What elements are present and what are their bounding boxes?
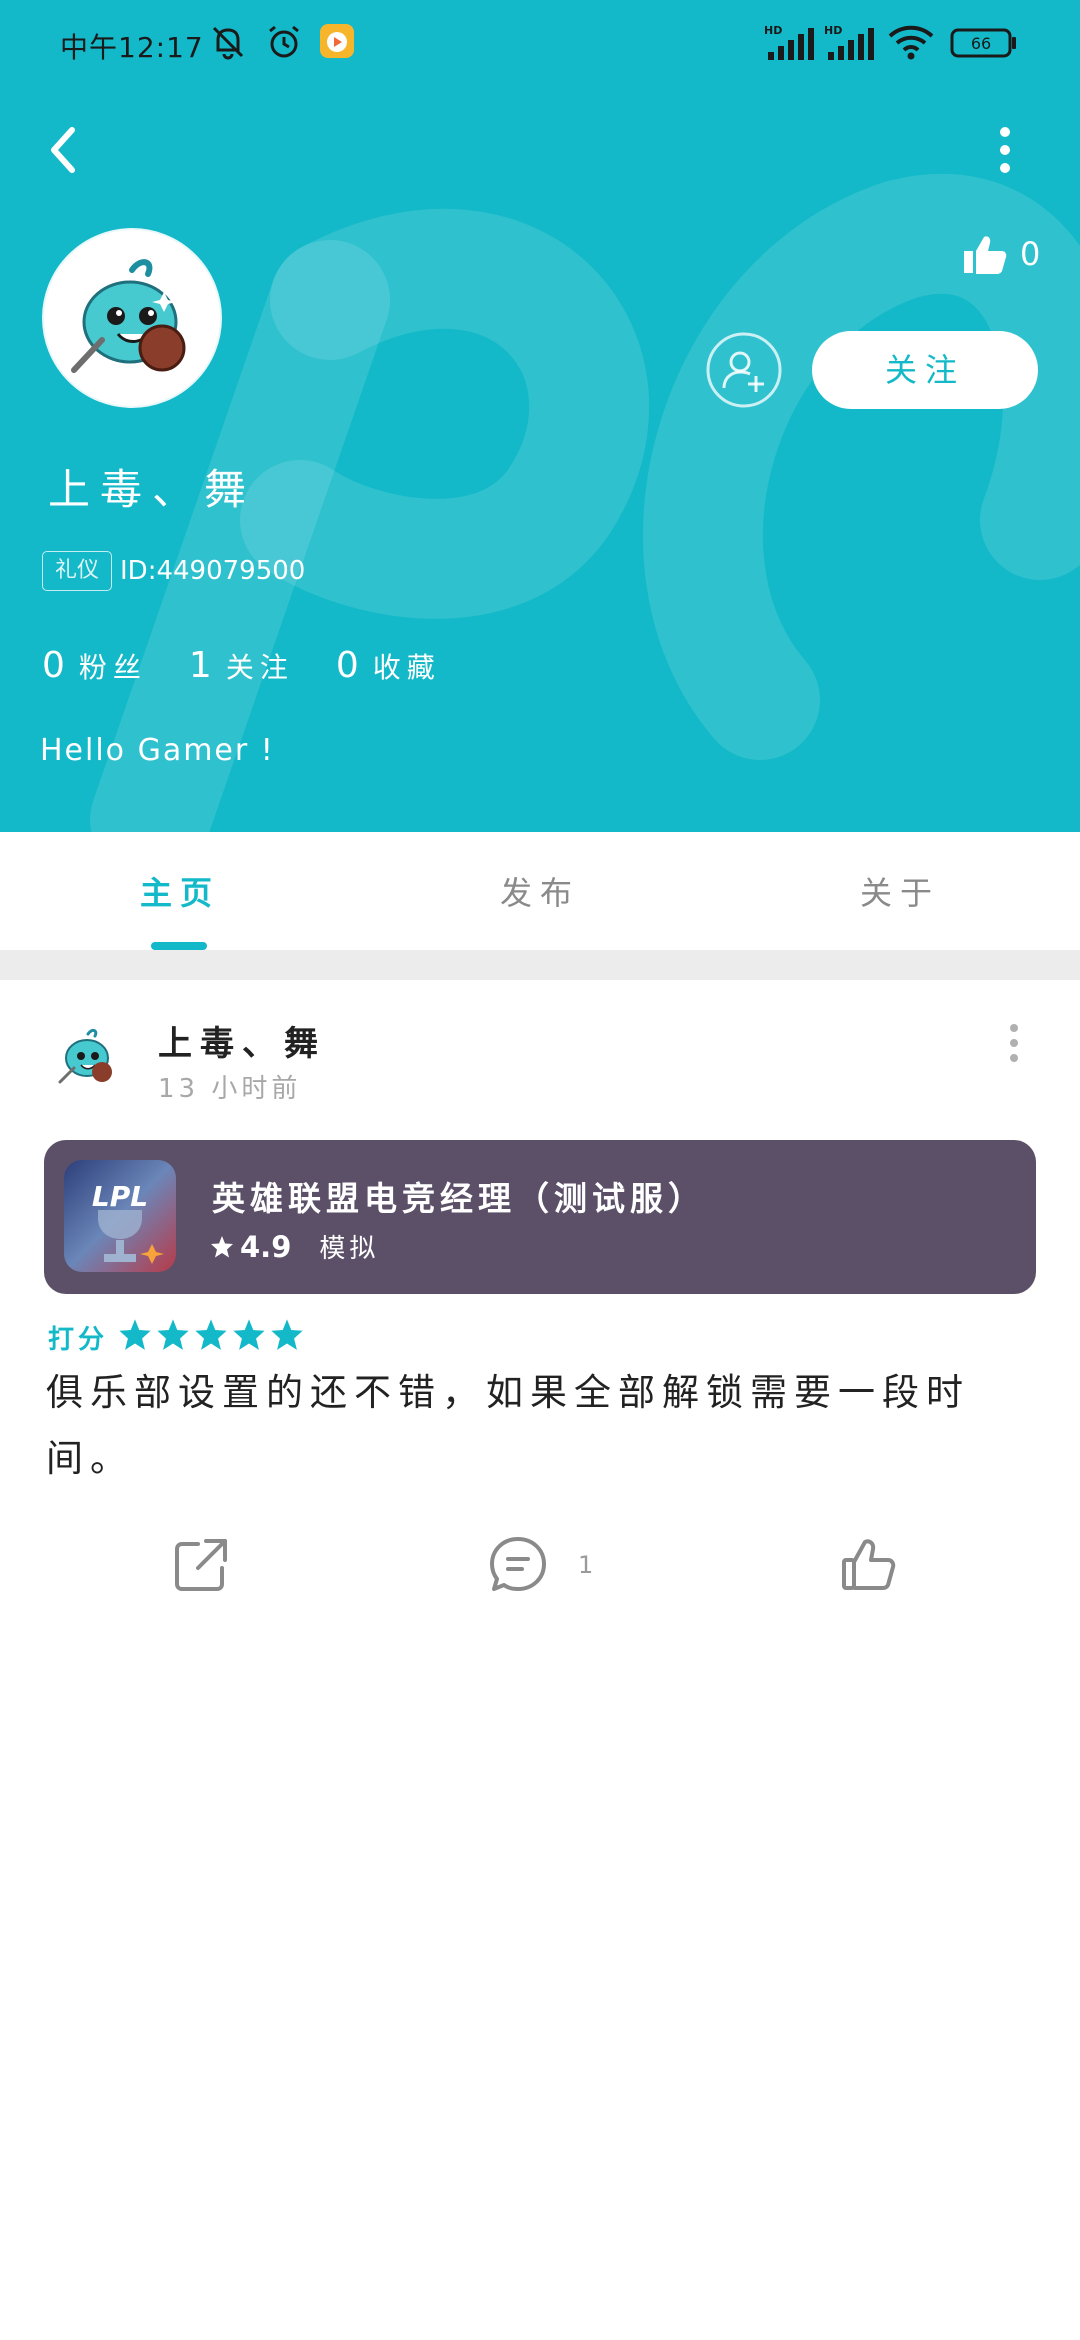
star-icon xyxy=(119,1319,151,1350)
tab-about[interactable]: 关于 xyxy=(720,832,1080,950)
wifi-icon xyxy=(888,25,934,60)
game-genre: 模拟 xyxy=(319,1234,380,1264)
chevron-left-icon[interactable] xyxy=(40,120,84,180)
status-bar: 中午12:17 HD HD 66 xyxy=(0,0,1080,90)
post-more-icon[interactable] xyxy=(1006,1020,1022,1066)
post-time: 13 小时前 xyxy=(158,1074,302,1104)
post-body: 俱乐部设置的还不错，如果全部解锁需要一段时间。 xyxy=(46,1371,970,1480)
game-title: 英雄联盟电竞经理（测试服） xyxy=(212,1179,706,1218)
alarm-icon xyxy=(269,25,299,58)
add-user-icon[interactable] xyxy=(706,332,782,408)
tab-home[interactable]: 主页 xyxy=(0,832,360,950)
user-id: ID:449079500 xyxy=(120,556,306,586)
like-button[interactable] xyxy=(840,1530,898,1600)
share-button[interactable] xyxy=(172,1530,230,1600)
following-label[interactable]: 关注 xyxy=(226,646,294,686)
post-card[interactable]: 上毒、舞 13 小时前 LPL 英雄联盟电竞经理（测试服） 4.9 模拟 打分 … xyxy=(0,980,1080,1620)
signal-icon: HD xyxy=(764,24,814,60)
profile-stats: 0 粉丝 1 关注 0 收藏 xyxy=(42,645,483,686)
more-vertical-icon[interactable] xyxy=(990,122,1020,178)
game-card[interactable]: LPL 英雄联盟电竞经理（测试服） 4.9 模拟 xyxy=(44,1140,1036,1294)
comment-icon xyxy=(490,1537,546,1591)
thumbs-up-icon xyxy=(964,236,1007,274)
follow-button[interactable]: 关注 xyxy=(812,331,1038,409)
game-icon: LPL xyxy=(64,1160,176,1272)
tab-active-indicator xyxy=(151,942,207,950)
svg-text:LPL: LPL xyxy=(92,1180,148,1213)
comment-button[interactable]: 1 xyxy=(488,1530,593,1600)
star-icon xyxy=(211,1235,233,1257)
status-time: 中午12:17 xyxy=(60,31,204,64)
followers-count[interactable]: 0 xyxy=(42,645,65,686)
avatar[interactable] xyxy=(42,228,222,408)
app-notification-icon xyxy=(320,24,354,58)
signal-icon-2: HD xyxy=(824,24,874,60)
favorites-label[interactable]: 收藏 xyxy=(373,646,441,686)
lpl-trophy-icon: LPL xyxy=(64,1160,176,1272)
svg-text:66: 66 xyxy=(971,34,991,53)
followers-label[interactable]: 粉丝 xyxy=(79,646,147,686)
star-rating xyxy=(118,1318,308,1356)
score-row: 打分 xyxy=(48,1318,308,1356)
profile-tabs: 主页 发布 关于 xyxy=(0,832,1080,950)
game-rating: 4.9 模拟 xyxy=(210,1228,379,1265)
post-author[interactable]: 上毒、舞 xyxy=(158,1016,326,1065)
post-avatar[interactable] xyxy=(50,1020,126,1096)
user-tag-badge: 礼仪 xyxy=(42,551,112,591)
watermark-logo xyxy=(90,173,1080,832)
battery-icon: 66 xyxy=(950,28,1016,58)
svg-text:HD: HD xyxy=(824,24,842,37)
profile-bio: Hello Gamer ! xyxy=(40,733,275,768)
comment-count: 1 xyxy=(578,1551,594,1579)
star-icon xyxy=(233,1319,265,1350)
star-icon xyxy=(157,1319,189,1350)
star-icon xyxy=(271,1319,303,1350)
thumbs-up-outline-icon xyxy=(842,1539,896,1590)
mute-bell-icon xyxy=(212,26,244,60)
following-count[interactable]: 1 xyxy=(189,645,212,686)
section-divider xyxy=(0,950,1080,980)
profile-username: 上毒、舞 xyxy=(48,465,257,514)
game-rating-value: 4.9 xyxy=(240,1229,292,1264)
score-label: 打分 xyxy=(48,1324,109,1355)
slime-mascot-icon xyxy=(71,259,186,373)
like-count: 0 xyxy=(1020,235,1041,273)
profile-header: 中午12:17 HD HD 66 0 关注 上毒、舞 礼仪 ID:4490795… xyxy=(0,0,1080,832)
svg-text:HD: HD xyxy=(764,24,782,37)
like-counter[interactable]: 0 xyxy=(962,226,1040,282)
star-icon xyxy=(195,1319,227,1350)
favorites-count[interactable]: 0 xyxy=(336,645,359,686)
share-icon xyxy=(175,1539,227,1591)
tab-posts[interactable]: 发布 xyxy=(360,832,720,950)
